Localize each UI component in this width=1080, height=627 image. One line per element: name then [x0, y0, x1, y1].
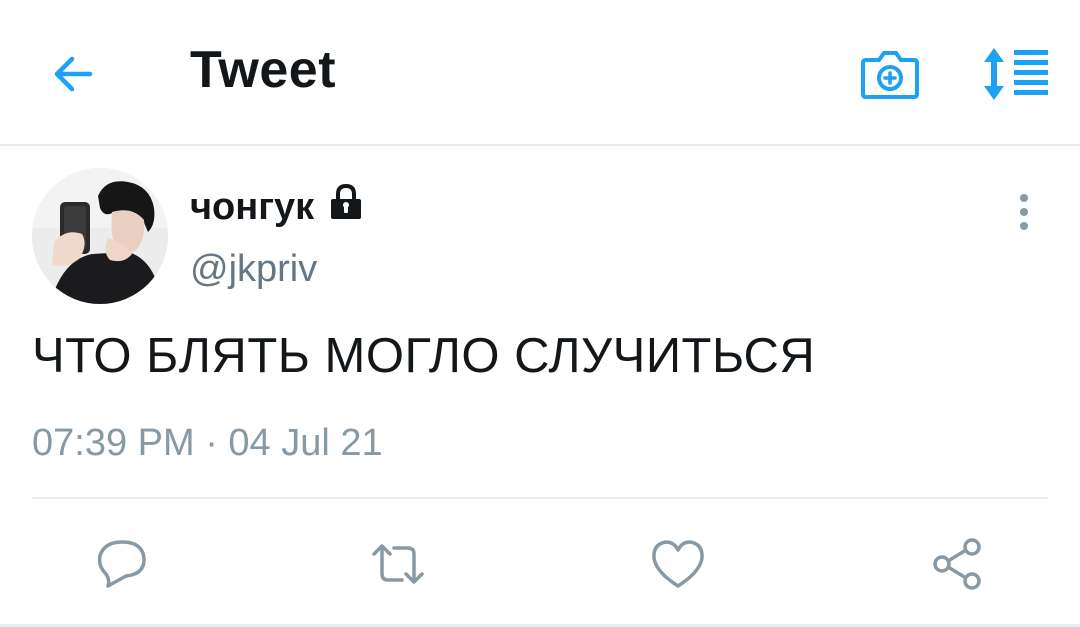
share-button[interactable] [928, 534, 988, 594]
retweet-button[interactable] [368, 534, 428, 594]
avatar[interactable] [32, 168, 168, 304]
top-bar: Tweet [0, 0, 1080, 146]
tweet-text: ЧТО БЛЯТЬ МОГЛО СЛУЧИТЬСЯ [32, 329, 816, 383]
like-button[interactable] [648, 534, 708, 594]
more-vertical-icon [1020, 194, 1028, 230]
heart-icon [652, 540, 704, 588]
sort-timeline-button[interactable] [980, 44, 1052, 104]
more-options-button[interactable] [1006, 190, 1042, 234]
tweet-timestamp: 07:39 PM · 04 Jul 21 [32, 422, 383, 464]
sort-list-icon [984, 48, 1048, 100]
lock-icon [331, 183, 361, 219]
avatar-photo [32, 168, 168, 304]
user-handle[interactable]: @jkpriv [190, 248, 317, 291]
camera-button[interactable] [858, 44, 922, 104]
share-icon [933, 538, 981, 590]
arrow-left-icon [54, 56, 93, 92]
reply-button[interactable] [92, 534, 152, 594]
display-name[interactable]: чонгук [190, 186, 314, 229]
reply-icon [97, 540, 146, 588]
back-button[interactable] [44, 44, 104, 104]
page-title: Tweet [190, 41, 337, 99]
camera-plus-icon [861, 51, 919, 99]
divider [32, 497, 1048, 499]
retweet-icon [372, 544, 424, 584]
